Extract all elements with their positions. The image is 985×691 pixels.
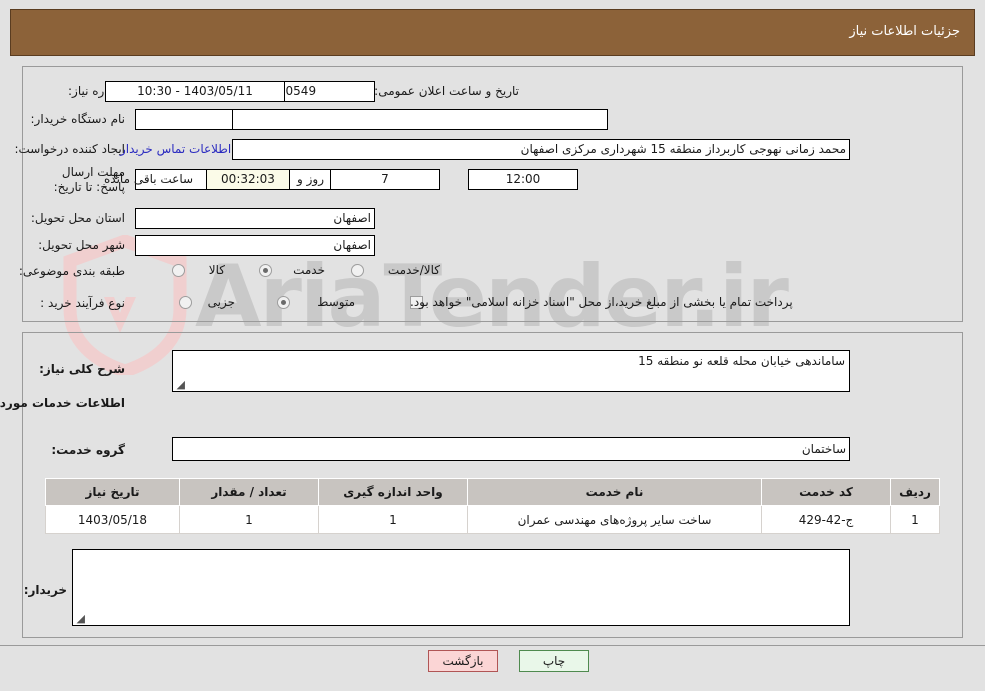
col-header-row-no: ردیف bbox=[890, 478, 940, 506]
resize-grip-icon[interactable]: ◢ bbox=[175, 379, 185, 390]
page-title-bar: جزئیات اطلاعات نیاز bbox=[10, 9, 975, 56]
services-info-heading: اطلاعات خدمات مورد نیاز bbox=[0, 396, 125, 410]
services-table: ردیف کد خدمت نام خدمت واحد اندازه گیری ت… bbox=[45, 478, 940, 534]
back-button[interactable]: بازگشت bbox=[428, 650, 498, 672]
col-header-need-date: تاریخ نیاز bbox=[45, 478, 180, 506]
general-description-value: ساماندهی خیابان محله قلعه نو منطقه 15 bbox=[638, 354, 845, 368]
delivery-province-label: استان محل تحویل: bbox=[30, 211, 125, 225]
cell-row-no: 1 bbox=[890, 505, 940, 534]
request-creator-field[interactable]: محمد زمانی نهوجی کاربرداز منطقه 15 شهردا… bbox=[232, 139, 850, 160]
category-radio-khedmat[interactable] bbox=[259, 264, 272, 277]
table-header-row: ردیف کد خدمت نام خدمت واحد اندازه گیری ت… bbox=[45, 478, 940, 506]
announce-datetime-label: تاریخ و ساعت اعلان عمومی: bbox=[374, 84, 519, 98]
deadline-time-field[interactable]: 12:00 bbox=[468, 169, 578, 190]
delivery-city-label: شهر محل تحویل: bbox=[38, 238, 125, 252]
purchase-process-label: نوع فرآیند خرید : bbox=[40, 296, 125, 310]
process-radio-jozee-label: جزیی bbox=[207, 295, 235, 309]
col-header-quantity: تعداد / مقدار bbox=[179, 478, 319, 506]
cell-quantity: 1 bbox=[179, 505, 319, 534]
request-creator-label: ایجاد کننده درخواست: bbox=[14, 142, 125, 156]
buyer-notes-textarea[interactable]: ◢ bbox=[72, 549, 850, 626]
general-description-textarea[interactable]: ساماندهی خیابان محله قلعه نو منطقه 15 ◢ bbox=[172, 350, 850, 392]
footer-divider bbox=[0, 645, 985, 646]
col-header-service-name: نام خدمت bbox=[467, 478, 762, 506]
page-title: جزئیات اطلاعات نیاز bbox=[849, 24, 960, 39]
buyer-org-extra-field[interactable] bbox=[232, 109, 608, 130]
process-radio-jozee[interactable] bbox=[179, 296, 192, 309]
treasury-bonds-text: پرداخت تمام یا بخشی از مبلغ خرید،از محل … bbox=[410, 295, 793, 309]
service-group-label: گروه خدمت: bbox=[51, 443, 125, 457]
category-radio-kala-khedmat[interactable] bbox=[351, 264, 364, 277]
process-radio-motevaset-label: متوسط bbox=[317, 295, 355, 309]
category-radio-kala[interactable] bbox=[172, 264, 185, 277]
resize-grip-icon-2[interactable]: ◢ bbox=[75, 613, 85, 624]
remaining-days-field[interactable]: 7 bbox=[330, 169, 440, 190]
category-radio-khedmat-label: خدمت bbox=[293, 263, 325, 277]
subject-category-label: طبقه بندی موضوعی: bbox=[18, 264, 125, 278]
service-group-field[interactable]: ساختمان bbox=[172, 437, 850, 461]
col-header-unit: واحد اندازه گیری bbox=[318, 478, 468, 506]
table-row[interactable]: 1 ج-42-429 ساخت سایر پروژه‌های مهندسی عم… bbox=[45, 505, 940, 534]
cell-service-name: ساخت سایر پروژه‌های مهندسی عمران bbox=[467, 505, 762, 534]
cell-need-date: 1403/05/18 bbox=[45, 505, 180, 534]
top-info-panel bbox=[22, 66, 963, 322]
cell-unit: 1 bbox=[318, 505, 468, 534]
process-radio-motevaset[interactable] bbox=[277, 296, 290, 309]
delivery-province-field[interactable]: اصفهان bbox=[135, 208, 375, 229]
remaining-hours-label: ساعت باقی مانده bbox=[104, 172, 194, 186]
cell-service-code: ج-42-429 bbox=[761, 505, 891, 534]
category-radio-kala-khedmat-label: کالا/خدمت bbox=[387, 263, 440, 277]
buyer-contact-link[interactable]: اطلاعات تماس خریدار bbox=[120, 142, 231, 156]
buyer-org-label: نام دستگاه خریدار: bbox=[30, 112, 126, 126]
delivery-city-field[interactable]: اصفهان bbox=[135, 235, 375, 256]
col-header-service-code: کد خدمت bbox=[761, 478, 891, 506]
countdown-timer-field: 00:32:03 bbox=[206, 169, 290, 190]
general-description-label: شرح کلی نیاز: bbox=[39, 362, 125, 376]
days-and-label: روز و bbox=[297, 172, 324, 186]
print-button[interactable]: چاپ bbox=[519, 650, 589, 672]
announce-datetime-field[interactable]: 1403/05/11 - 10:30 bbox=[105, 81, 285, 102]
category-radio-kala-label: کالا bbox=[208, 263, 225, 277]
